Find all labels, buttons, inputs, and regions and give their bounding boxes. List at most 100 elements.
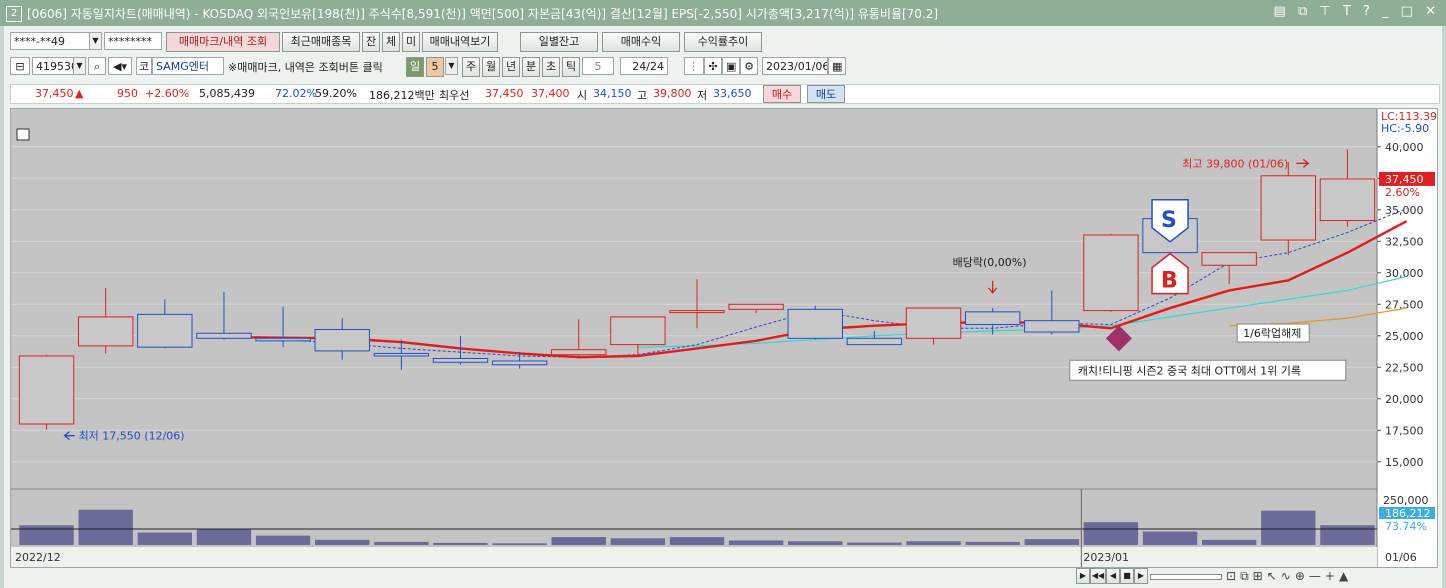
- price-tick-label: 40,000: [1385, 141, 1424, 154]
- stock-code-input[interactable]: 419530: [32, 57, 74, 75]
- chart-tool-icon[interactable]: ⋮⋮: [684, 57, 704, 75]
- close-icon[interactable]: ✕: [1425, 4, 1440, 19]
- stock-name-field[interactable]: SAMG엔터: [152, 57, 224, 75]
- fit-icon[interactable]: ⊡: [1226, 569, 1240, 583]
- next-icon[interactable]: ▶: [1134, 568, 1148, 584]
- period-year[interactable]: 년: [502, 57, 520, 77]
- price-tick-label: 32,500: [1385, 235, 1424, 248]
- play-icon[interactable]: ▶: [1076, 568, 1090, 584]
- volume-bar: [374, 541, 429, 545]
- cursor-icon[interactable]: ↖: [1267, 569, 1281, 583]
- code-search-icon[interactable]: ⊟: [10, 57, 30, 75]
- search-icon[interactable]: ⌕: [88, 57, 106, 75]
- scroll-up-icon[interactable]: ▲: [1339, 569, 1352, 583]
- tab-trade-history[interactable]: 매매내역보기: [422, 32, 498, 52]
- maximize-icon[interactable]: □: [1401, 4, 1417, 19]
- chevron-down-icon[interactable]: ▼: [89, 32, 102, 50]
- gear-icon[interactable]: ⚙: [740, 57, 758, 75]
- tick-count-input[interactable]: 5: [582, 57, 614, 75]
- price-tick-label: 30,000: [1385, 267, 1424, 280]
- minimize-icon[interactable]: _: [1382, 4, 1393, 19]
- candle-body: [551, 349, 607, 356]
- open-label: 시: [577, 89, 588, 102]
- minus-icon[interactable]: —: [1309, 569, 1325, 583]
- password-field[interactable]: ********: [104, 32, 162, 50]
- candle-body: [77, 316, 134, 347]
- text-icon[interactable]: T: [1343, 4, 1355, 19]
- calendar-icon[interactable]: ▦: [828, 57, 846, 75]
- volume-rate-label: 73.74%: [1385, 520, 1427, 533]
- profit-trend-button[interactable]: 수익률추이: [684, 32, 762, 52]
- candle-body: [373, 352, 430, 357]
- period-minute[interactable]: 분: [522, 57, 540, 77]
- volume-tick-label: 250,000: [1383, 494, 1429, 507]
- price-chart[interactable]: 40,00037,50035,00032,50030,00027,50025,0…: [11, 109, 1437, 567]
- price-tick-label: 25,000: [1385, 330, 1424, 343]
- date-input[interactable]: 2023/01/06: [762, 57, 828, 75]
- tab-unfilled[interactable]: 미: [402, 32, 420, 52]
- toolbar-account: ****-**49 ▼ ******** 매매마크/내역 조회 최근매매종목 잔…: [4, 32, 1442, 54]
- open-price: 34,150: [593, 87, 632, 100]
- help-icon[interactable]: ?: [1363, 4, 1374, 19]
- line-icon[interactable]: ∿: [1281, 569, 1295, 583]
- grid-icon[interactable]: ⊞: [1253, 569, 1267, 583]
- main-window: ****-**49 ▼ ******** 매매마크/내역 조회 최근매매종목 잔…: [4, 26, 1442, 588]
- period-month[interactable]: 월: [482, 57, 500, 77]
- price-tick-label: 20,000: [1385, 393, 1424, 406]
- prev-icon[interactable]: ◀: [1106, 568, 1120, 584]
- volume-bar: [1320, 525, 1375, 545]
- price-tick-label: 15,000: [1385, 456, 1424, 469]
- volume-ratio: 72.02%: [275, 87, 317, 100]
- period-day-count[interactable]: 5: [426, 57, 444, 77]
- window-restore-icon[interactable]: ▤: [1274, 4, 1290, 19]
- zoom-slider[interactable]: [1150, 574, 1222, 580]
- tab-trade-mark[interactable]: 매매마크/내역 조회: [166, 32, 280, 52]
- volume-bar: [78, 509, 133, 545]
- candle-body: [18, 355, 75, 425]
- candle-body: [1201, 252, 1257, 266]
- period-second[interactable]: 초: [542, 57, 560, 77]
- chart-area[interactable]: 40,00037,50035,00032,50030,00027,50025,0…: [10, 108, 1438, 568]
- date-label-month: 2023/01: [1083, 551, 1129, 564]
- speaker-icon[interactable]: ◀▾: [108, 57, 132, 75]
- low-price: 33,650: [713, 87, 752, 100]
- candle-body: [314, 329, 370, 352]
- period-tick[interactable]: 틱: [562, 57, 580, 77]
- volume-bar: [137, 532, 193, 545]
- stop-icon[interactable]: ■: [1120, 568, 1134, 584]
- hc-label: HC:-5.90: [1381, 122, 1429, 135]
- chevron-down-icon[interactable]: ▼: [73, 57, 86, 75]
- tab-recent-stocks[interactable]: 최근매매종목: [282, 32, 360, 52]
- chevron-down-icon[interactable]: ▼: [445, 57, 458, 75]
- page-indicator[interactable]: 24/24: [620, 57, 668, 75]
- high-label: 고: [637, 89, 648, 102]
- tab-balance[interactable]: 잔: [362, 32, 380, 52]
- price-change: 950: [117, 87, 138, 100]
- volume-bar: [728, 540, 784, 545]
- zoom-icon[interactable]: ⊕: [1295, 569, 1309, 583]
- bottom-icons: ⊡⧉⊞↖∿⊕—+▲: [1226, 569, 1352, 584]
- candle-body: [1260, 175, 1317, 241]
- sell-button[interactable]: 매도: [807, 85, 845, 103]
- pin-icon[interactable]: ⊤: [1319, 4, 1334, 19]
- daily-balance-button[interactable]: 일별잔고: [520, 32, 598, 52]
- save-icon[interactable]: ▣: [722, 57, 740, 75]
- volume-bar: [610, 538, 666, 545]
- trade-profit-button[interactable]: 매매수익: [602, 32, 680, 52]
- copy-icon[interactable]: ⧉: [1240, 569, 1253, 583]
- window-copy-icon[interactable]: ⧉: [1298, 4, 1311, 19]
- account-select[interactable]: ****-**49: [10, 32, 90, 50]
- plus-icon[interactable]: +: [1325, 569, 1339, 583]
- volume-bar: [315, 539, 370, 545]
- crosshair-icon[interactable]: ✣: [704, 57, 722, 75]
- priority-label: 최우선: [439, 89, 470, 102]
- period-week[interactable]: 주: [462, 57, 480, 77]
- period-day[interactable]: 일: [406, 57, 424, 77]
- tab-filled[interactable]: 체: [382, 32, 400, 52]
- rewind-icon[interactable]: ◀◀: [1090, 568, 1106, 584]
- candle-body: [1083, 234, 1139, 312]
- buy-button[interactable]: 매수: [763, 85, 801, 103]
- high-price: 39,800: [653, 87, 692, 100]
- candle-body: [669, 310, 725, 314]
- date-label-start: 2022/12: [15, 551, 61, 564]
